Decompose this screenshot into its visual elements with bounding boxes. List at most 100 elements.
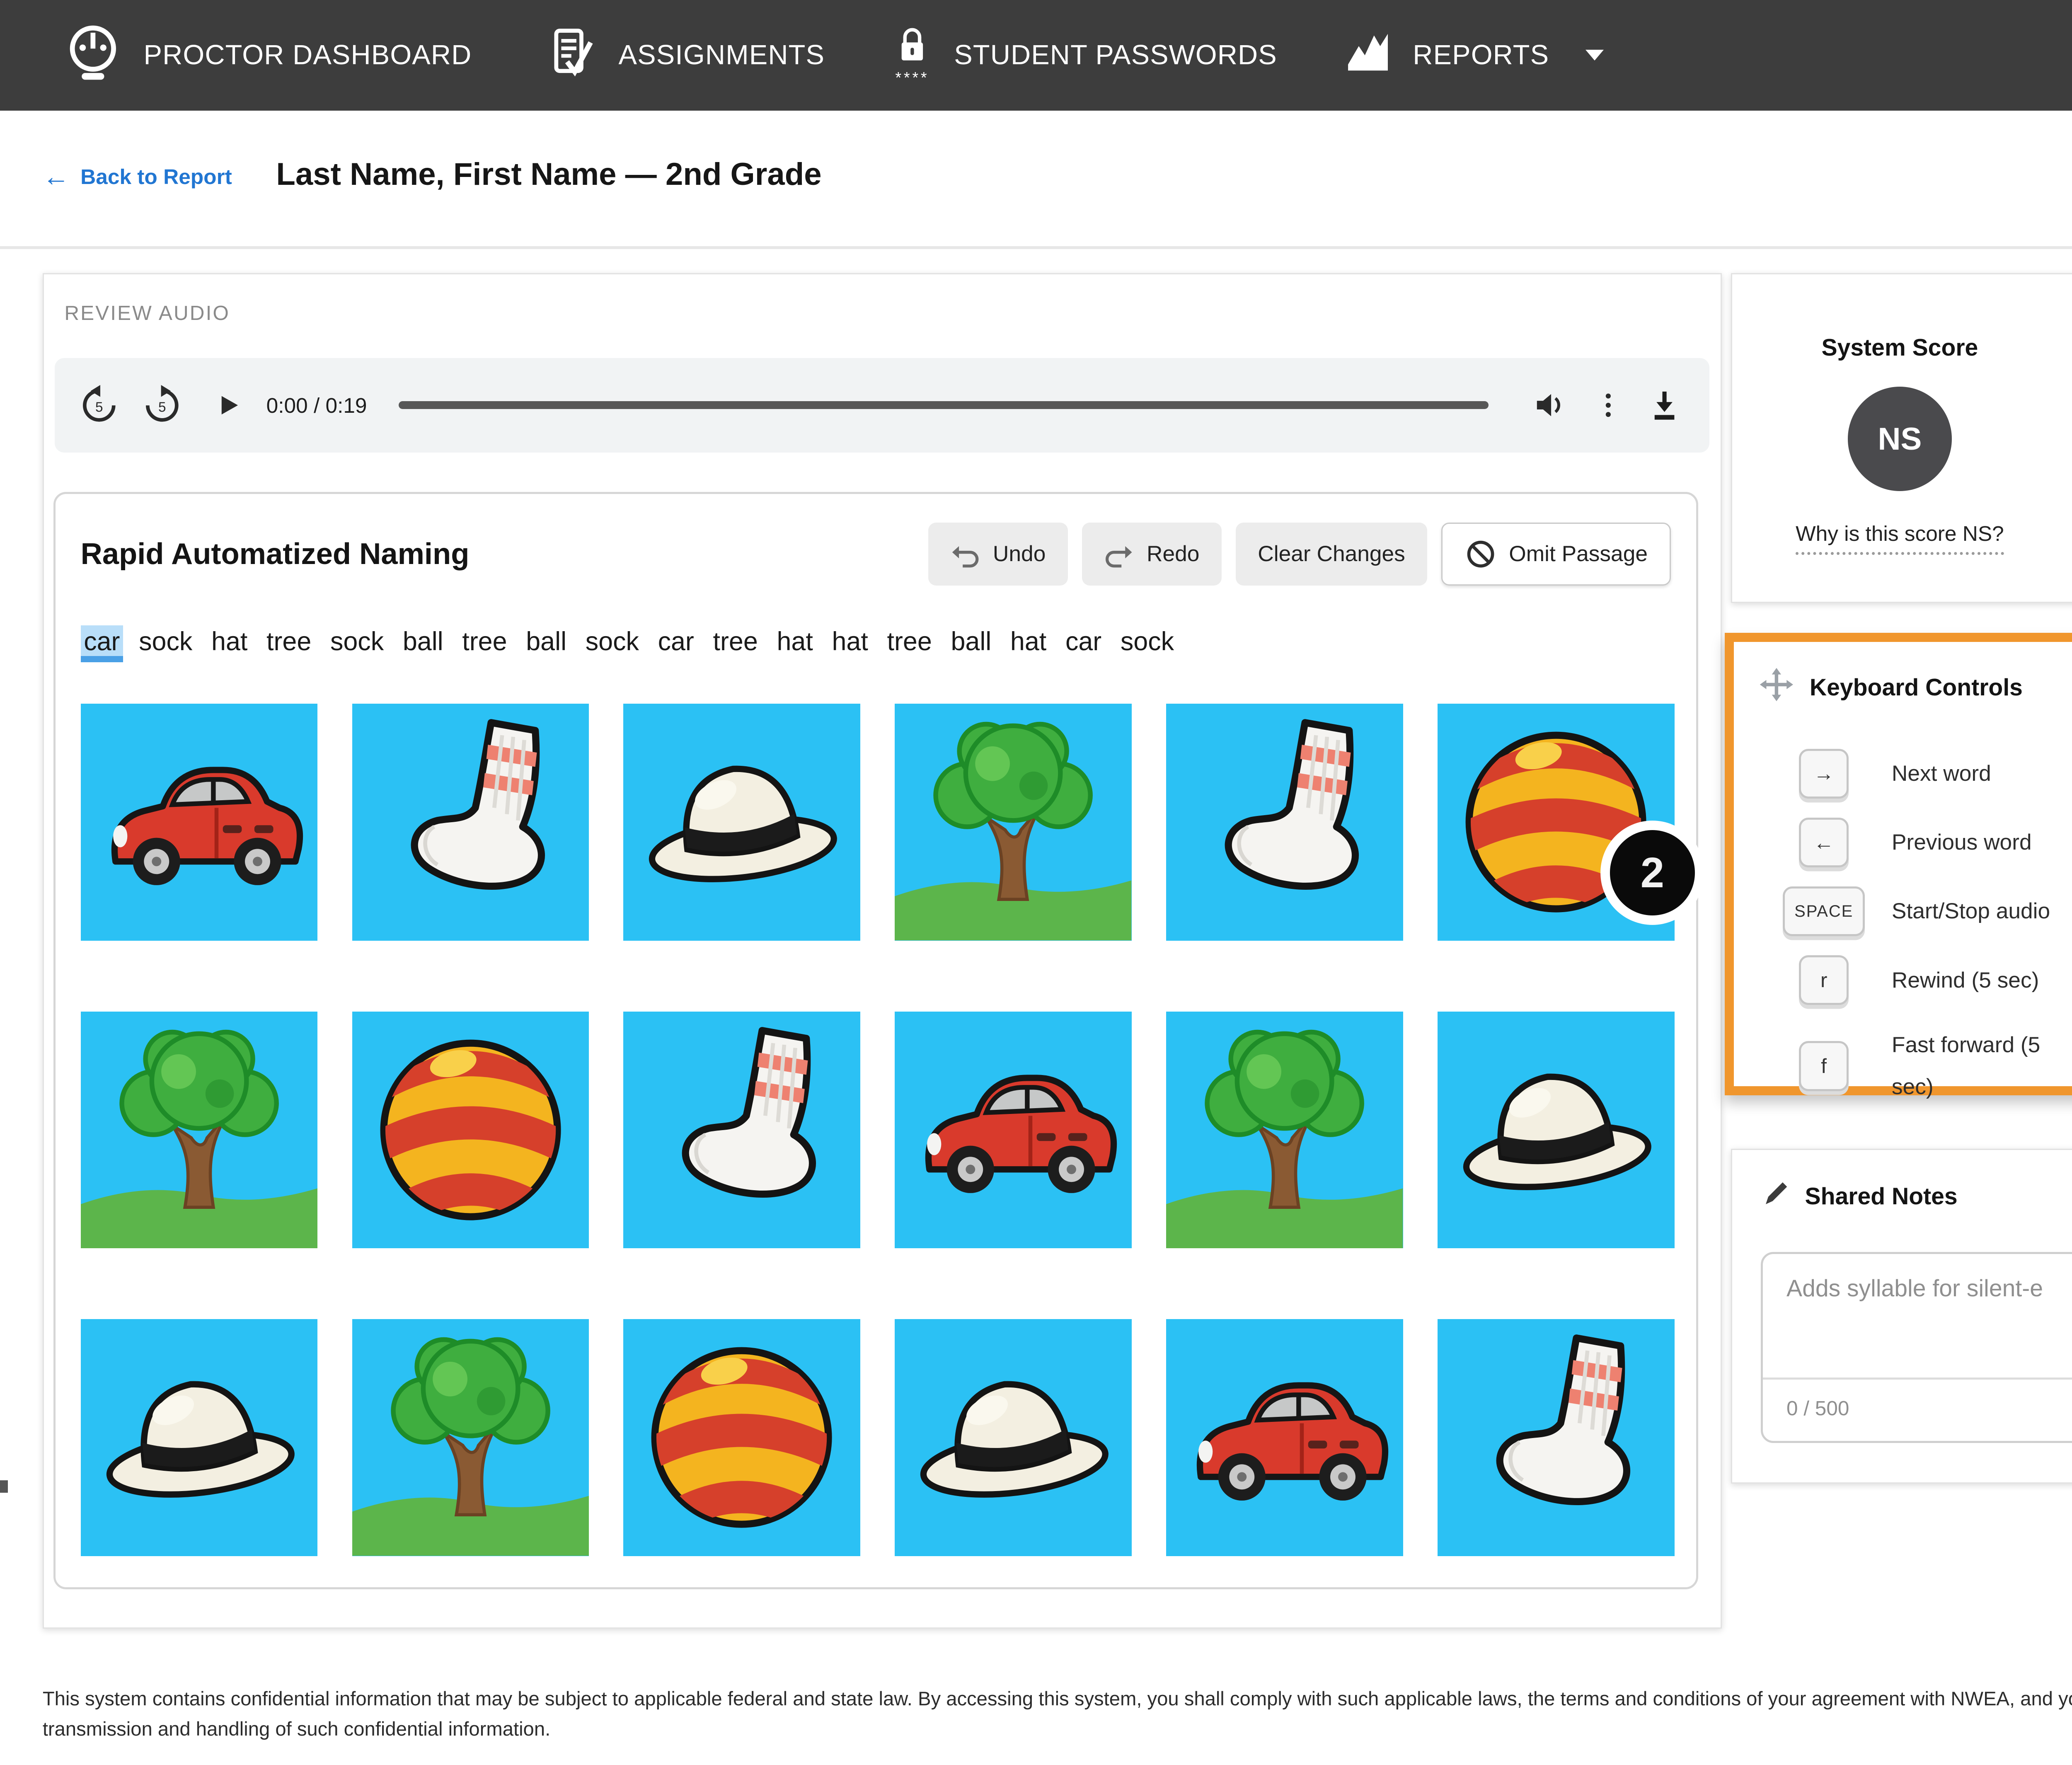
page-title: Last Name, First Name — 2nd Grade (276, 156, 821, 192)
shortcut-row-4: fFast forward (5 sec) (1734, 1014, 2072, 1117)
picture-tile-tree (895, 704, 1131, 940)
word-16-car[interactable]: car (1062, 625, 1105, 658)
move-icon (1759, 667, 1794, 708)
picture-tile-tree (81, 1012, 317, 1248)
review-audio-card: REVIEW AUDIO 0:00 / 0:19 Rapid Automatiz… (43, 273, 1722, 1629)
word-17-sock[interactable]: sock (1117, 625, 1177, 658)
play-icon[interactable] (210, 388, 244, 423)
omit-icon (1465, 538, 1496, 570)
picture-tile-car (895, 1012, 1131, 1248)
word-13-tree[interactable]: tree (884, 625, 935, 658)
caret-down-icon (1585, 50, 1604, 61)
shortcut-row-0: →Next wordcCorrect (1734, 739, 2072, 808)
hat-image (895, 1319, 1131, 1556)
clear-changes-button[interactable]: Clear Changes (1236, 523, 1427, 586)
word-6-tree[interactable]: tree (459, 625, 510, 658)
hat-image (623, 704, 860, 940)
word-14-ball[interactable]: ball (948, 625, 995, 658)
word-1-sock[interactable]: sock (136, 625, 196, 658)
redo-icon (1104, 539, 1134, 569)
word-4-sock[interactable]: sock (327, 625, 387, 658)
keyboard-controls-title: Keyboard Controls (1810, 674, 2023, 701)
nav-item-assignments[interactable]: ASSIGNMENTS (545, 26, 825, 85)
back-arrow-icon: ← (43, 161, 70, 192)
key-badge-SPACE: SPACE (1783, 886, 1865, 936)
picture-tile-tree (1166, 1012, 1403, 1248)
car-image (895, 1012, 1131, 1248)
picture-tile-sock (352, 704, 589, 940)
picture-tile-hat (1438, 1012, 1674, 1248)
tree-image (895, 704, 1131, 940)
screen-edge-artifact (0, 1480, 8, 1493)
step-2-badge: 2 (1610, 830, 1695, 915)
picture-tile-sock (1166, 704, 1403, 940)
download-icon[interactable] (1645, 385, 1684, 425)
tree-image (1166, 1012, 1403, 1248)
back-to-report-link[interactable]: ← Back to Report (43, 161, 232, 192)
picture-tile-car (1166, 1319, 1403, 1556)
shortcut-row-3: rRewind (5 sec)uUnattempted (1734, 946, 2072, 1014)
word-7-ball[interactable]: ball (523, 625, 570, 658)
footer-disclaimer: This system contains confidential inform… (43, 1684, 2072, 1744)
hat-image (1438, 1012, 1674, 1248)
nav-label-student-passwords: STUDENT PASSWORDS (954, 39, 1277, 71)
shortcut-label-previous-word: Previous word (1892, 821, 2068, 863)
picture-tile-hat (81, 1319, 317, 1556)
redo-button[interactable]: Redo (1082, 523, 1222, 586)
page-header: ← Back to Report Last Name, First Name —… (0, 111, 2072, 249)
forward-5-icon[interactable] (140, 383, 184, 428)
car-image (1166, 1319, 1403, 1556)
nav-label-assignments: ASSIGNMENTS (619, 39, 825, 71)
audio-progress-bar[interactable] (399, 401, 1489, 409)
hat-image (81, 1319, 317, 1556)
nav-label-reports: REPORTS (1413, 39, 1549, 71)
top-nav: PROCTOR DASHBOARD ASSIGNMENTS **** STUDE… (0, 0, 2072, 111)
clipboard-check-icon (545, 26, 598, 85)
sock-image (1438, 1319, 1674, 1556)
replay-5-icon[interactable] (77, 383, 121, 428)
ball-image (623, 1319, 860, 1556)
omit-passage-button[interactable]: Omit Passage (1441, 523, 1671, 586)
nav-item-proctor-dashboard[interactable]: PROCTOR DASHBOARD (63, 22, 472, 88)
word-3-tree[interactable]: tree (263, 625, 314, 658)
shared-notes-input[interactable]: Adds syllable for silent-e (1763, 1254, 2072, 1377)
sock-image (623, 1012, 860, 1248)
score-card: System Score NS Why is this score NS? Ha… (1731, 273, 2072, 603)
keyboard-controls-box: Keyboard Controls →Next wordcCorrect←Pre… (1725, 633, 2072, 1095)
audio-time: 0:00 / 0:19 (266, 393, 367, 418)
system-score-label: System Score (1822, 334, 1978, 361)
back-label: Back to Report (80, 164, 232, 189)
shortcut-label-next-word: Next word (1892, 753, 2068, 794)
word-8-sock[interactable]: sock (582, 625, 642, 658)
picture-tile-ball (623, 1319, 860, 1556)
word-9-car[interactable]: car (655, 625, 697, 658)
kebab-menu-icon[interactable] (1591, 388, 1626, 423)
shared-notes-title: Shared Notes (1805, 1183, 1958, 1210)
nav-item-reports[interactable]: REPORTS (1343, 28, 1604, 82)
picture-tile-hat (623, 704, 860, 940)
word-11-hat[interactable]: hat (774, 625, 816, 658)
audio-player: 0:00 / 0:19 (55, 358, 1709, 453)
word-15-hat[interactable]: hat (1007, 625, 1050, 658)
pencil-icon (1761, 1179, 1791, 1214)
ball-image (352, 1012, 589, 1248)
car-image (81, 704, 317, 940)
shortcut-row-1: ←Previous wordsSubstitution (1734, 808, 2072, 877)
volume-icon[interactable] (1530, 385, 1569, 425)
picture-tile-hat (895, 1319, 1131, 1556)
line-chart-icon (1343, 28, 1392, 82)
word-5-ball[interactable]: ball (399, 625, 446, 658)
shortcut-label-fast-forward-5-sec-: Fast forward (5 sec) (1892, 1024, 2068, 1108)
nav-label-proctor-dashboard: PROCTOR DASHBOARD (144, 39, 472, 71)
word-0-car[interactable]: car (81, 625, 123, 662)
nav-item-student-passwords[interactable]: **** STUDENT PASSWORDS (891, 24, 1277, 86)
word-10-tree[interactable]: tree (710, 625, 761, 658)
word-12-hat[interactable]: hat (829, 625, 871, 658)
undo-button[interactable]: Undo (928, 523, 1068, 586)
proctor-app: PROCTOR DASHBOARD ASSIGNMENTS **** STUDE… (0, 0, 2072, 1764)
word-2-hat[interactable]: hat (208, 625, 251, 658)
undo-icon (950, 539, 980, 569)
tree-image (81, 1012, 317, 1248)
picture-tile-ball (352, 1012, 589, 1248)
why-ns-link[interactable]: Why is this score NS? (1796, 521, 2004, 555)
